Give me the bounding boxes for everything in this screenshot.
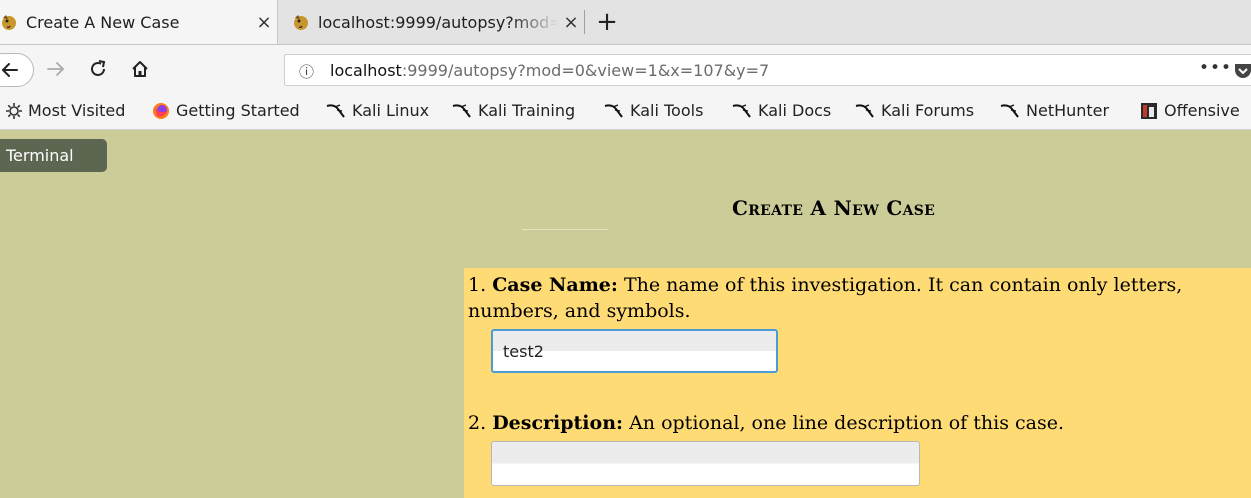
- terminal-button[interactable]: Terminal: [0, 139, 107, 172]
- description-help-text: An optional, one line description of thi…: [629, 412, 1064, 434]
- tab-title: localhost:9999/autopsy?mod=: [318, 12, 558, 32]
- bookmark-kali-tools[interactable]: Kali Tools: [604, 101, 703, 120]
- description-label: Description:: [492, 412, 624, 434]
- description-input[interactable]: [491, 441, 920, 486]
- url-bar[interactable]: ⓘ localhost:9999/autopsy?mod=0&view=1&x=…: [284, 54, 1251, 86]
- bookmark-offensive[interactable]: Offensive: [1140, 101, 1240, 120]
- case-name-instructions: 1. Case Name: The name of this investiga…: [468, 272, 1251, 324]
- kali-dragon-icon: [326, 103, 345, 118]
- page-title: Create A New Case: [732, 196, 936, 220]
- kali-dragon-icon: [452, 103, 471, 118]
- offensive-security-icon: [1141, 102, 1157, 119]
- autopsy-dog-icon: [292, 13, 310, 31]
- bookmark-label: Kali Tools: [630, 101, 704, 120]
- bookmark-kali-docs[interactable]: Kali Docs: [732, 101, 831, 120]
- reload-icon[interactable]: [88, 59, 108, 79]
- gear-icon: [6, 102, 22, 119]
- description-instructions: 2. Description: An optional, one line de…: [468, 410, 1251, 436]
- bookmark-most-visited[interactable]: Most Visited: [6, 101, 125, 120]
- bookmark-label: Kali Linux: [352, 101, 430, 120]
- tab-create-new-case[interactable]: Create A New Case ×: [0, 0, 278, 44]
- bookmark-label: NetHunter: [1026, 101, 1110, 120]
- bookmark-label: Kali Forums: [881, 101, 975, 120]
- bookmark-kali-linux[interactable]: Kali Linux: [326, 101, 429, 120]
- bookmarks-toolbar: Most Visited Getting Started Kali Linux …: [0, 95, 1251, 130]
- field-number: 1.: [468, 274, 487, 296]
- back-button[interactable]: [0, 53, 34, 87]
- bookmark-label: Getting Started: [176, 101, 300, 120]
- kali-dragon-icon: [855, 103, 874, 118]
- bookmark-getting-started[interactable]: Getting Started: [152, 101, 300, 120]
- bookmark-label: Kali Docs: [758, 101, 832, 120]
- url-host: localhost: [330, 61, 402, 80]
- page-actions-menu[interactable]: •••: [1199, 58, 1232, 78]
- field-number: 2.: [468, 412, 487, 434]
- kali-dragon-icon: [604, 103, 623, 118]
- navigation-toolbar: ⓘ localhost:9999/autopsy?mod=0&view=1&x=…: [0, 45, 1251, 95]
- site-info-icon[interactable]: ⓘ: [299, 61, 314, 82]
- new-tab-button[interactable]: +: [594, 4, 620, 40]
- tab-separator: [584, 10, 585, 34]
- bookmark-label: Most Visited: [28, 101, 126, 120]
- kali-dragon-icon: [1000, 103, 1019, 118]
- tab-strip: Create A New Case × localhost:9999/autop…: [0, 0, 1251, 45]
- kali-dragon-icon: [732, 103, 751, 118]
- bookmark-label: Offensive: [1164, 101, 1240, 120]
- divider: [522, 229, 608, 230]
- tab-close-button[interactable]: ×: [251, 12, 277, 33]
- bookmark-nethunter[interactable]: NetHunter: [1000, 101, 1109, 120]
- tab-localhost-autopsy[interactable]: localhost:9999/autopsy?mod= ×: [278, 0, 584, 44]
- forward-arrow-icon[interactable]: [46, 59, 66, 79]
- home-icon[interactable]: [130, 59, 150, 79]
- url-text[interactable]: localhost:9999/autopsy?mod=0&view=1&x=10…: [330, 61, 769, 80]
- tab-title: Create A New Case: [26, 12, 180, 32]
- bookmark-label: Kali Training: [478, 101, 576, 120]
- case-name-input[interactable]: [491, 329, 778, 373]
- url-path: :9999/autopsy?mod=0&view=1&x=107&y=7: [401, 61, 770, 80]
- firefox-icon: [153, 102, 169, 119]
- bookmark-kali-forums[interactable]: Kali Forums: [855, 101, 974, 120]
- tab-close-button[interactable]: ×: [558, 12, 584, 33]
- bookmark-kali-training[interactable]: Kali Training: [452, 101, 575, 120]
- autopsy-dog-icon: [0, 13, 18, 31]
- new-case-form: 1. Case Name: The name of this investiga…: [464, 268, 1251, 498]
- case-name-label: Case Name:: [492, 274, 618, 296]
- pocket-icon[interactable]: [1233, 62, 1251, 80]
- back-arrow-icon: [1, 63, 18, 77]
